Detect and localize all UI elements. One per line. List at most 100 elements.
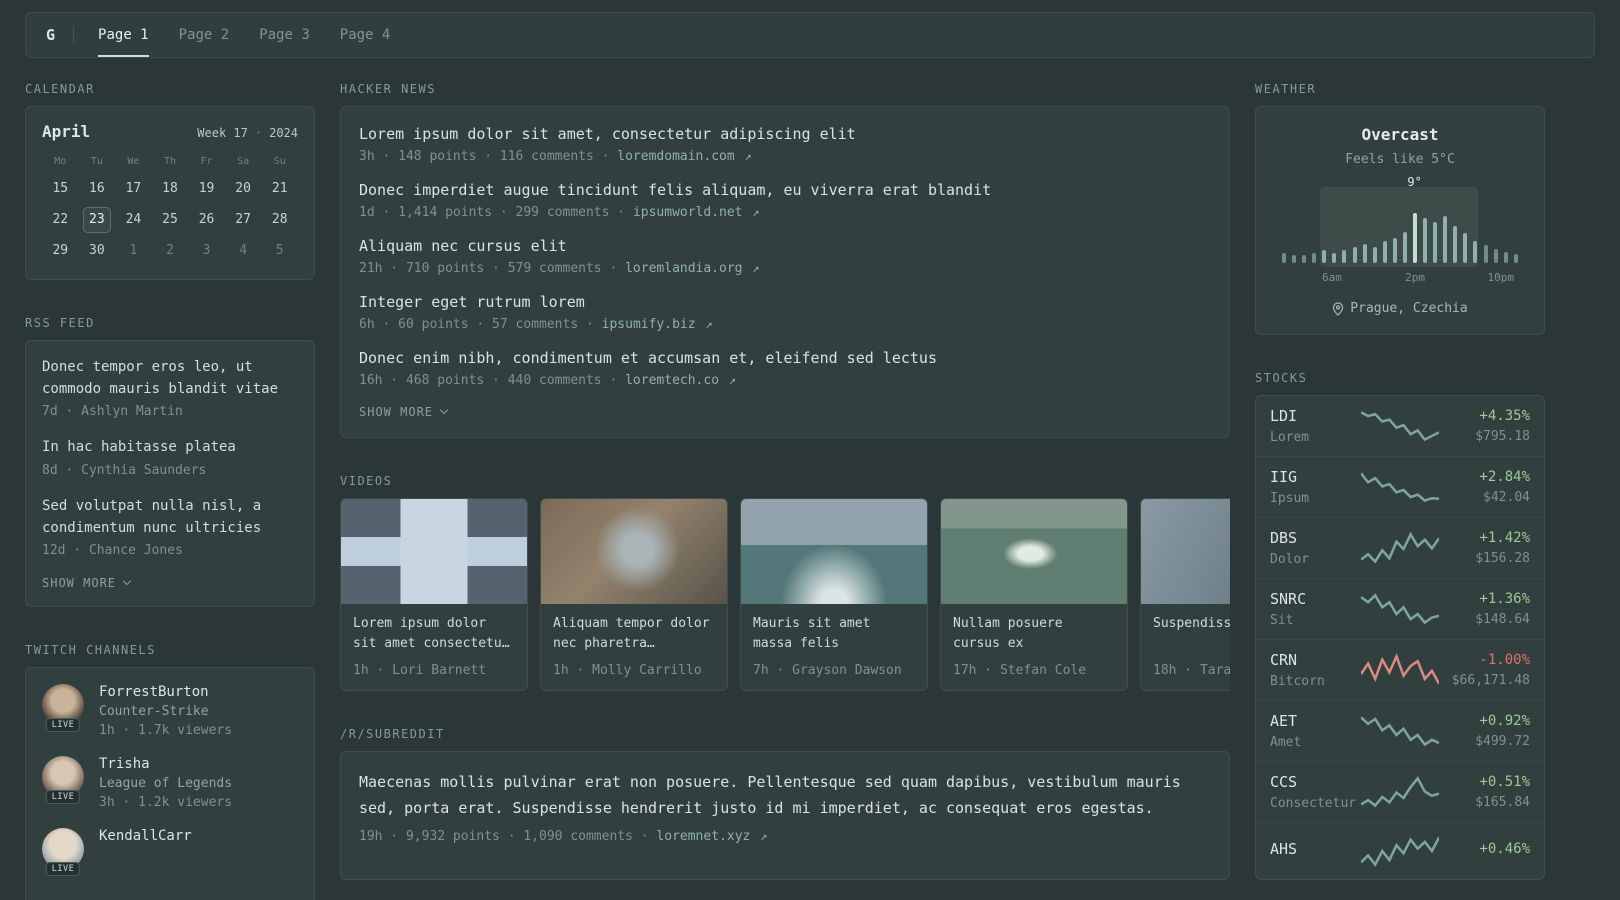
calendar-week-row: 22 23 24 25 26 27 28: [42, 207, 298, 233]
hn-item-domain[interactable]: loremtech.co: [625, 373, 719, 388]
calendar-day-next-month: 4: [239, 243, 248, 258]
rss-item-title[interactable]: In hac habitasse platea: [42, 437, 298, 459]
hn-item-domain[interactable]: ipsumworld.net: [633, 205, 743, 220]
stock-ticker: CRN: [1270, 651, 1298, 669]
rss-item[interactable]: In hac habitasse platea 8d · Cynthia Sau…: [42, 437, 298, 478]
rss-item[interactable]: Donec tempor eros leo, ut commodo mauris…: [42, 357, 298, 419]
subreddit-card: Maecenas mollis pulvinar erat non posuer…: [340, 751, 1230, 880]
video-title[interactable]: Nullam posuere cursus ex: [953, 614, 1115, 655]
external-link-icon: ↗: [760, 829, 768, 843]
stock-row[interactable]: CCS Consectetur +0.51% $165.84: [1256, 761, 1544, 822]
video-card[interactable]: Suspendisse diam 18h · Tara: [1140, 498, 1230, 691]
hn-show-more-button[interactable]: SHOW MORE: [359, 405, 1211, 419]
hn-item-meta: 1d · 1,414 points · 299 comments · ipsum…: [359, 205, 1211, 220]
twitch-channel-row[interactable]: LIVE ForrestBurton Counter-Strike 1h · 1…: [42, 684, 298, 738]
videos-section-title: VIDEOS: [340, 474, 393, 488]
calendar-day: 30: [89, 243, 105, 258]
stock-values: -1.00% $66,171.48: [1439, 652, 1530, 688]
hn-item-domain[interactable]: ipsumify.biz: [602, 317, 696, 332]
stock-row[interactable]: DBS Dolor +1.42% $156.28: [1256, 517, 1544, 578]
hn-item[interactable]: Integer eget rutrum lorem 6h · 60 points…: [359, 293, 1211, 332]
calendar-day: 20: [235, 181, 251, 196]
stock-change: +1.36%: [1479, 591, 1530, 607]
rss-widget: RSS FEED Donec tempor eros leo, ut commo…: [25, 316, 315, 608]
subreddit-post-domain[interactable]: loremnet.xyz: [656, 829, 750, 844]
stock-row[interactable]: CRN Bitcorn -1.00% $66,171.48: [1256, 639, 1544, 700]
stock-row[interactable]: SNRC Sit +1.36% $148.64: [1256, 578, 1544, 639]
weather-bar: [1332, 253, 1337, 263]
stock-row[interactable]: IIG Ipsum +2.84% $42.04: [1256, 456, 1544, 517]
video-title[interactable]: Lorem ipsum dolor sit amet consectetu…: [353, 614, 515, 655]
video-card[interactable]: Lorem ipsum dolor sit amet consectetu… 1…: [340, 498, 528, 691]
weather-hourly-chart: 9°: [1282, 175, 1518, 267]
right-column: WEATHER Overcast Feels like 5°C 9° 6am 2…: [1255, 82, 1545, 900]
hn-item[interactable]: Lorem ipsum dolor sit amet, consectetur …: [359, 125, 1211, 164]
stocks-widget: STOCKS LDI Lorem +4.35% $795.18 IIG Ipsu…: [1255, 371, 1545, 880]
calendar-day: 16: [89, 181, 105, 196]
hn-item[interactable]: Donec enim nibh, condimentum et accumsan…: [359, 349, 1211, 388]
subreddit-post-title[interactable]: Maecenas mollis pulvinar erat non posuer…: [359, 770, 1211, 821]
channel-name[interactable]: Trisha: [99, 756, 232, 772]
video-thumbnail[interactable]: [541, 499, 727, 604]
tab-page-1[interactable]: Page 1: [98, 13, 149, 57]
weather-widget: WEATHER Overcast Feels like 5°C 9° 6am 2…: [1255, 82, 1545, 335]
weather-condition: Overcast: [1361, 125, 1439, 144]
stock-row[interactable]: AHS +0.46%: [1256, 822, 1544, 879]
hn-item-title[interactable]: Donec imperdiet augue tincidunt felis al…: [359, 181, 1211, 199]
video-title[interactable]: Mauris sit amet massa felis: [753, 614, 915, 655]
twitch-channel-row[interactable]: LIVE Trisha League of Legends 3h · 1.2k …: [42, 756, 298, 810]
hn-item-domain[interactable]: loremdomain.com: [617, 149, 734, 164]
live-badge: LIVE: [45, 862, 81, 877]
rss-show-more-button[interactable]: SHOW MORE: [42, 576, 298, 590]
tab-page-4[interactable]: Page 4: [340, 13, 391, 57]
hn-item[interactable]: Aliquam nec cursus elit 21h · 710 points…: [359, 237, 1211, 276]
tab-page-2[interactable]: Page 2: [179, 13, 230, 57]
logo-divider: [73, 26, 75, 44]
video-thumbnail[interactable]: [1141, 499, 1230, 604]
video-title[interactable]: Aliquam tempor dolor nec pharetra…: [553, 614, 715, 655]
stock-name: Dolor: [1270, 552, 1310, 567]
weather-bar: [1443, 216, 1448, 263]
hn-item-title[interactable]: Lorem ipsum dolor sit amet, consectetur …: [359, 125, 1211, 143]
hn-item-meta: 3h · 148 points · 116 comments · loremdo…: [359, 149, 1211, 164]
tab-page-3[interactable]: Page 3: [259, 13, 310, 57]
stock-values: +0.92% $499.72: [1439, 713, 1530, 749]
channel-name[interactable]: ForrestBurton: [99, 684, 232, 700]
avatar: LIVE: [42, 756, 84, 805]
rss-card: Donec tempor eros leo, ut commodo mauris…: [25, 340, 315, 608]
chevron-down-icon: [122, 577, 132, 586]
hn-item-domain[interactable]: loremlandia.org: [625, 261, 742, 276]
channel-name[interactable]: KendallCarr: [99, 828, 192, 844]
stock-identity: IIG Ipsum: [1270, 468, 1361, 506]
show-more-label: SHOW MORE: [42, 576, 117, 591]
hn-item[interactable]: Donec imperdiet augue tincidunt felis al…: [359, 181, 1211, 220]
stock-values: +2.84% $42.04: [1439, 469, 1530, 505]
video-thumbnail[interactable]: [941, 499, 1127, 604]
app-logo[interactable]: G: [46, 13, 55, 57]
hn-item-title[interactable]: Aliquam nec cursus elit: [359, 237, 1211, 255]
twitch-channel-row[interactable]: LIVE KendallCarr: [42, 828, 298, 877]
weather-bar: [1352, 247, 1357, 263]
video-card[interactable]: Aliquam tempor dolor nec pharetra… 1h · …: [540, 498, 728, 691]
video-card[interactable]: Nullam posuere cursus ex 17h · Stefan Co…: [940, 498, 1128, 691]
video-thumbnail[interactable]: [341, 499, 527, 604]
rss-item-title[interactable]: Donec tempor eros leo, ut commodo mauris…: [42, 357, 298, 400]
stock-row[interactable]: LDI Lorem +4.35% $795.18: [1256, 396, 1544, 456]
video-row: Lorem ipsum dolor sit amet consectetu… 1…: [340, 498, 1230, 691]
hn-item-title[interactable]: Donec enim nibh, condimentum et accumsan…: [359, 349, 1211, 367]
stock-row[interactable]: AET Amet +0.92% $499.72: [1256, 700, 1544, 761]
weather-bar: [1402, 232, 1407, 263]
stock-sparkline: [1361, 653, 1439, 687]
twitch-card: LIVE ForrestBurton Counter-Strike 1h · 1…: [25, 667, 315, 900]
rss-item-title[interactable]: Sed volutpat nulla nisl, a condimentum n…: [42, 496, 298, 539]
weather-bar: [1382, 241, 1387, 263]
stock-name: Lorem: [1270, 430, 1310, 445]
video-card[interactable]: Mauris sit amet massa felis 7h · Grayson…: [740, 498, 928, 691]
video-thumbnail[interactable]: [741, 499, 927, 604]
calendar-day: 17: [125, 181, 142, 196]
rss-item[interactable]: Sed volutpat nulla nisl, a condimentum n…: [42, 496, 298, 558]
hn-item-title[interactable]: Integer eget rutrum lorem: [359, 293, 1211, 311]
hn-item-stats: 3h · 148 points · 116 comments ·: [359, 149, 618, 164]
video-title[interactable]: Suspendisse diam: [1153, 614, 1230, 655]
subreddit-post[interactable]: Maecenas mollis pulvinar erat non posuer…: [359, 770, 1211, 844]
